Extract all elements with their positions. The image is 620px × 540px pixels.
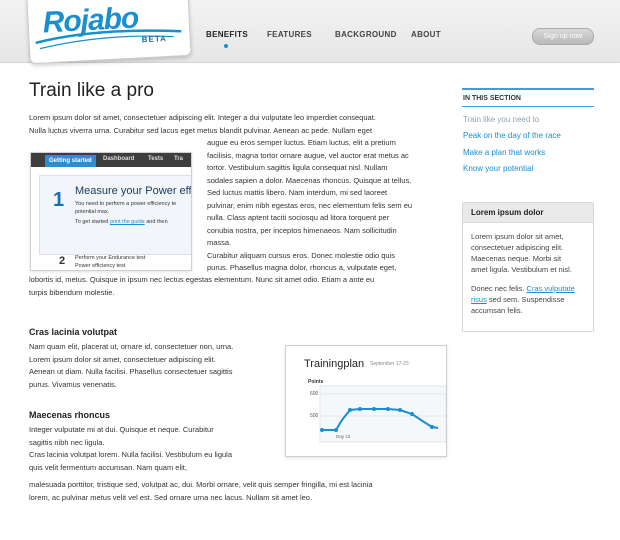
risus-link[interactable]: risus: [471, 295, 487, 304]
beta-label: BETA: [141, 33, 168, 45]
maecenas-line-4: quis velit fermentum accumsan. Nam quam …: [29, 462, 187, 472]
cras-vulputate-link[interactable]: Cras vulputate: [526, 284, 574, 293]
sidebar-item-peak[interactable]: Peak on the day of the race: [463, 131, 561, 140]
maecenas-tail-1: malesuada porttitor, tristique sed, volu…: [29, 480, 373, 489]
step-line-3-post: and then: [144, 219, 168, 225]
tab-tests: Tests: [148, 156, 164, 162]
logo-text: Rojabo: [41, 1, 140, 40]
maecenas-line-1: Integer vulputate mi at dui. Quisque et …: [29, 425, 214, 434]
nav-background[interactable]: BACKGROUND: [335, 30, 397, 39]
tail-line-1: lobortis id, metus. Quisque in ipsum nec…: [29, 275, 375, 284]
sidebar-box-p2-post1: sed sem. Suspendisse: [486, 295, 565, 304]
step-line-3-pre: To get started: [75, 219, 110, 225]
cras-line-1: Nam quam elit, placerat ut, ornare id, c…: [29, 342, 234, 351]
tab-getting-started: Getting started: [45, 155, 96, 167]
sidebar-box-p2-line-1: Donec nec felis. Cras vulputate: [463, 283, 593, 294]
step-title: Measure your Power effi: [75, 185, 192, 197]
step2-line-2: Power efficiency test: [75, 263, 126, 269]
sidebar-box: Lorem ipsum dolor Lorem ipsum dolor sit …: [462, 202, 594, 332]
section-title-maecenas: Maecenas rhoncus: [29, 410, 111, 420]
nav-about[interactable]: ABOUT: [411, 30, 441, 39]
cras-line-3: Aenean ut diam. Nulla facilisi. Phasellu…: [29, 367, 233, 376]
getting-started-screenshot: Getting started Dashboard Tests Tra 1 Me…: [30, 152, 192, 271]
site-header: Rojabo BETA BENEFITS FEATURES BACKGROUND…: [0, 0, 620, 65]
wrap-line-5: Sed luctus mattis libero. Nam interdum, …: [207, 188, 388, 197]
page-title: Train like a pro: [29, 80, 154, 101]
sidebar-box-title: Lorem ipsum dolor: [463, 203, 593, 223]
step-line-3: To get started print the guide and then: [75, 219, 168, 225]
nav-benefits[interactable]: BENEFITS: [206, 30, 248, 39]
wrap-line-3: tortor. Vestibulum sagittis ligula conse…: [207, 163, 388, 172]
wrap-line-2: facilisis, magna tortor ornare augue, ve…: [207, 150, 409, 160]
cras-line-4: purus. Vivamus venenatis.: [29, 379, 117, 389]
maecenas-tail-2: lorem, ac pulvinar metus velit vel est. …: [29, 492, 313, 502]
maecenas-line-2: sagittis nibh nec ligula.: [29, 437, 105, 447]
sidebar-heading: IN THIS SECTION: [462, 88, 594, 107]
sidebar-box-line-3: Maecenas neque. Morbi sit: [471, 254, 562, 263]
tab-dashboard: Dashboard: [103, 156, 135, 162]
trainingplan-chart: [319, 385, 446, 443]
tail-line-2: turpis bibendum molestie.: [29, 287, 115, 297]
sidebar-item-plan[interactable]: Make a plan that works: [463, 148, 545, 157]
wrap-line-11: purus. Phasellus magna dolor, rhoncus a,…: [207, 263, 397, 272]
sidebar-box-p2-line-2: risus sed sem. Suspendisse: [463, 294, 593, 305]
wrap-line-9: massa.: [207, 238, 232, 247]
step-line-1: You need to perform a power efficiency t…: [75, 201, 177, 207]
wrap-line-6: pulvinar, enim nibh egestas eros, nec el…: [207, 200, 413, 210]
sidebar-box-line-4: amet ligula. Vestibulum et nisl.: [471, 265, 572, 274]
wrap-line-7: nulla. Class aptent taciti sociosqu ad l…: [207, 213, 390, 222]
logo-card[interactable]: Rojabo BETA: [26, 0, 192, 65]
tab-training: Tra: [174, 156, 184, 162]
maecenas-line-3: Cras lacinia volutpat lorem. Nulla facil…: [29, 450, 233, 459]
wrap-line-4: sodales sapien a dolor. Maecenas rhoncus…: [207, 175, 412, 185]
wrap-line-10: Curabitur aliquam cursus eros. Donec mol…: [207, 250, 396, 260]
cras-line-2: Lorem ipsum dolor sit amet, consectetuer…: [29, 354, 216, 364]
sidebar-box-p2-pre: Donec nec felis.: [471, 284, 527, 293]
wrap-line-1: augue eu eros semper luctus. Etiam luctu…: [207, 138, 396, 147]
wrap-line-8: conubia nostra, per inceptos himenaeos. …: [207, 225, 397, 235]
step-number-2: 2: [59, 255, 66, 267]
print-guide-link: print the guide: [109, 219, 145, 225]
nav-features[interactable]: FEATURES: [267, 30, 312, 39]
sidebar-item-train[interactable]: Train like you need to: [463, 115, 539, 124]
section-title-cras: Cras lacinia volutpat: [29, 327, 118, 337]
sidebar-box-line-1: Lorem ipsum dolor sit amet,: [471, 232, 564, 241]
sidebar-box-p2-line-3: accumsan felis.: [471, 306, 523, 315]
step-line-2: potential max.: [75, 209, 110, 215]
trainingplan-screenshot: Trainingplan September 17-23 Points 600 …: [285, 345, 447, 457]
nav-active-indicator: [224, 44, 228, 48]
intro-line-2: Nulla luctus viverra urna. Curabitur sed…: [29, 125, 373, 135]
intro-line-1: Lorem ipsum dolor sit amet, consectetuer…: [29, 113, 376, 122]
sidebar-box-line-2: consectetuer adipiscing elit.: [471, 243, 564, 252]
x-axis-label: Day 13: [336, 434, 351, 439]
sidebar-item-potential[interactable]: Know your potential: [463, 164, 533, 173]
step-number-1: 1: [53, 189, 65, 211]
step2-line-1: Perform your Endurance test: [75, 255, 146, 261]
signup-button[interactable]: Sign up now: [532, 28, 594, 45]
